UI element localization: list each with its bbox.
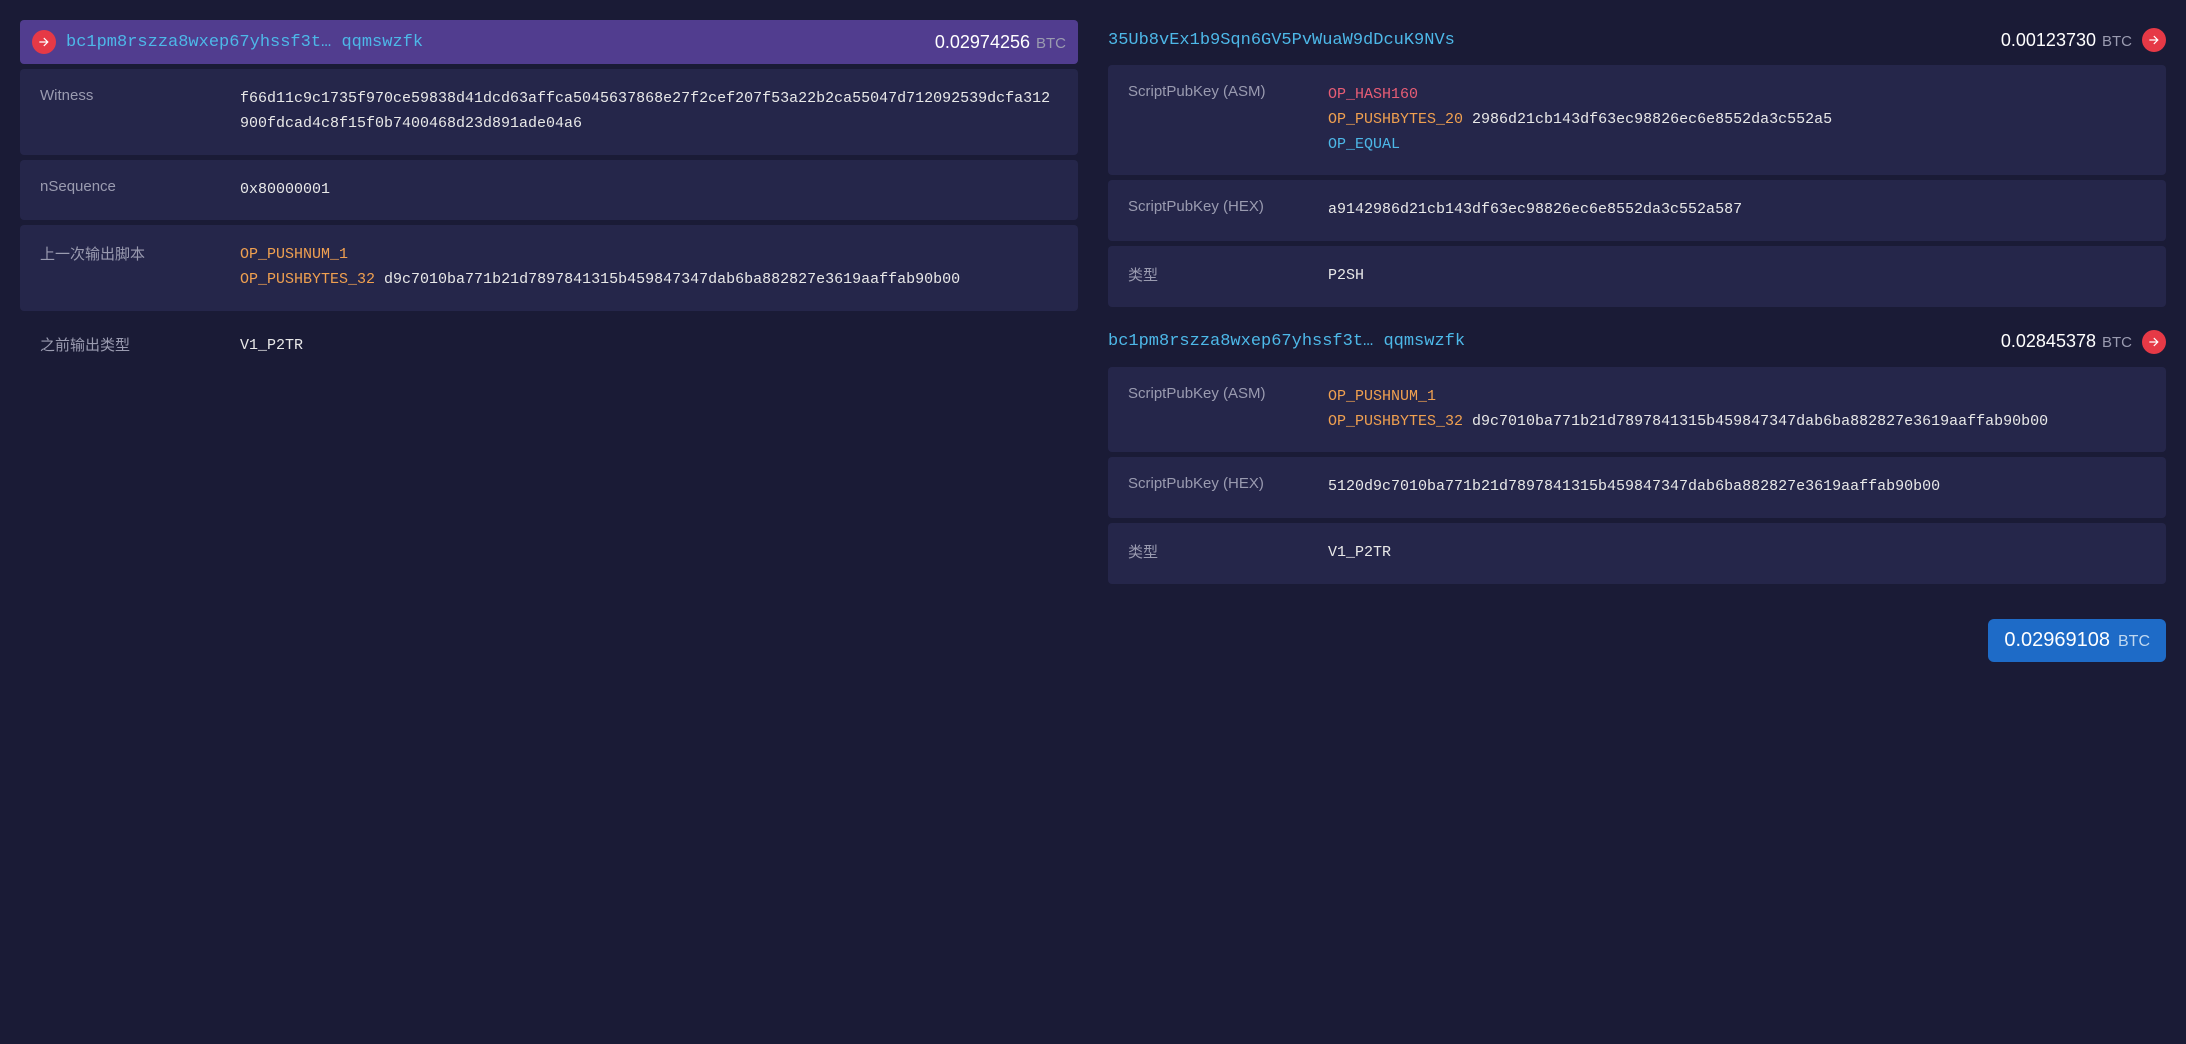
output-amount: 0.02845378 <box>2001 331 2096 352</box>
input-amount: 0.02974256 <box>935 32 1030 53</box>
spk-hex-value: a9142986d21cb143df63ec98826ec6e8552da3c5… <box>1328 198 2146 223</box>
type-value: V1_P2TR <box>1328 541 2146 566</box>
type-label: 类型 <box>1128 541 1308 566</box>
prev-script-label: 上一次输出脚本 <box>40 243 220 293</box>
output-address[interactable]: 35Ub8vEx1b9Sqn6GV5PvWuaW9dDcuK9NVs <box>1108 31 1991 50</box>
input-unit: BTC <box>1036 35 1066 52</box>
spk-hex-row: ScriptPubKey (HEX) a9142986d21cb143df63e… <box>1108 180 2166 241</box>
type-value: P2SH <box>1328 264 2146 289</box>
prev-script-value: OP_PUSHNUM_1 OP_PUSHBYTES_32 d9c7010ba771… <box>240 243 1058 293</box>
input-address[interactable]: bc1pm8rszza8wxep67yhssf3t… qqmswzfk <box>66 33 925 52</box>
opcode: OP_PUSHNUM_1 <box>240 246 348 263</box>
opcode-data: d9c7010ba771b21d7897841315b459847347dab6… <box>384 271 960 288</box>
type-row: 类型 P2SH <box>1108 246 2166 307</box>
arrow-right-icon[interactable] <box>2142 330 2166 354</box>
spk-asm-value: OP_HASH160 OP_PUSHBYTES_20 2986d21cb143df… <box>1328 83 2146 157</box>
output-amount-wrap: 0.02845378 BTC <box>2001 331 2132 352</box>
transaction-container: bc1pm8rszza8wxep67yhssf3t… qqmswzfk 0.02… <box>20 20 2166 662</box>
output-amount-wrap: 0.00123730 BTC <box>2001 30 2132 51</box>
total-badge-wrap: 0.02969108 BTC <box>1108 619 2166 662</box>
opcode: OP_HASH160 <box>1328 86 1418 103</box>
opcode: OP_PUSHBYTES_32 <box>240 271 375 288</box>
type-row: 类型 V1_P2TR <box>1108 523 2166 584</box>
opcode: OP_PUSHNUM_1 <box>1328 388 1436 405</box>
output-unit: BTC <box>2102 334 2132 351</box>
prev-type-label: 之前输出类型 <box>40 334 220 359</box>
type-label: 类型 <box>1128 264 1308 289</box>
prev-script-row: 上一次输出脚本 OP_PUSHNUM_1 OP_PUSHBYTES_32 d9c7… <box>20 225 1078 311</box>
arrow-right-icon[interactable] <box>2142 28 2166 52</box>
opcode-data: 2986d21cb143df63ec98826ec6e8552da3c552a5 <box>1472 111 1832 128</box>
spk-asm-value: OP_PUSHNUM_1 OP_PUSHBYTES_32 d9c7010ba771… <box>1328 385 2146 435</box>
nsequence-value: 0x80000001 <box>240 178 1058 203</box>
opcode: OP_PUSHBYTES_32 <box>1328 413 1463 430</box>
witness-value: f66d11c9c1735f970ce59838d41dcd63affca504… <box>240 87 1058 137</box>
spk-hex-label: ScriptPubKey (HEX) <box>1128 475 1308 500</box>
spk-hex-row: ScriptPubKey (HEX) 5120d9c7010ba771b21d7… <box>1108 457 2166 518</box>
input-amount-wrap: 0.02974256 BTC <box>935 32 1066 53</box>
output-unit: BTC <box>2102 33 2132 50</box>
total-unit: BTC <box>2118 633 2150 651</box>
spk-hex-value: 5120d9c7010ba771b21d7897841315b459847347… <box>1328 475 2146 500</box>
prev-type-value: V1_P2TR <box>240 334 1058 359</box>
nsequence-row: nSequence 0x80000001 <box>20 160 1078 221</box>
spk-asm-label: ScriptPubKey (ASM) <box>1128 385 1308 435</box>
nsequence-label: nSequence <box>40 178 220 203</box>
output-header: 35Ub8vEx1b9Sqn6GV5PvWuaW9dDcuK9NVs 0.001… <box>1108 20 2166 60</box>
arrow-right-icon <box>32 30 56 54</box>
output-header: bc1pm8rszza8wxep67yhssf3t… qqmswzfk 0.02… <box>1108 322 2166 362</box>
total-amount: 0.02969108 <box>2004 629 2110 652</box>
witness-row: Witness f66d11c9c1735f970ce59838d41dcd63… <box>20 69 1078 155</box>
input-header[interactable]: bc1pm8rszza8wxep67yhssf3t… qqmswzfk 0.02… <box>20 20 1078 64</box>
total-badge[interactable]: 0.02969108 BTC <box>1988 619 2166 662</box>
output-address[interactable]: bc1pm8rszza8wxep67yhssf3t… qqmswzfk <box>1108 332 1991 351</box>
spk-asm-row: ScriptPubKey (ASM) OP_HASH160 OP_PUSHBYTE… <box>1108 65 2166 175</box>
opcode: OP_EQUAL <box>1328 136 1400 153</box>
input-column: bc1pm8rszza8wxep67yhssf3t… qqmswzfk 0.02… <box>20 20 1078 662</box>
witness-label: Witness <box>40 87 220 137</box>
spk-asm-row: ScriptPubKey (ASM) OP_PUSHNUM_1 OP_PUSHBY… <box>1108 367 2166 453</box>
prev-type-row: 之前输出类型 V1_P2TR <box>20 316 1078 377</box>
output-amount: 0.00123730 <box>2001 30 2096 51</box>
spk-hex-label: ScriptPubKey (HEX) <box>1128 198 1308 223</box>
output-column: 35Ub8vEx1b9Sqn6GV5PvWuaW9dDcuK9NVs 0.001… <box>1108 20 2166 662</box>
opcode-data: d9c7010ba771b21d7897841315b459847347dab6… <box>1472 413 2048 430</box>
spk-asm-label: ScriptPubKey (ASM) <box>1128 83 1308 157</box>
opcode: OP_PUSHBYTES_20 <box>1328 111 1463 128</box>
